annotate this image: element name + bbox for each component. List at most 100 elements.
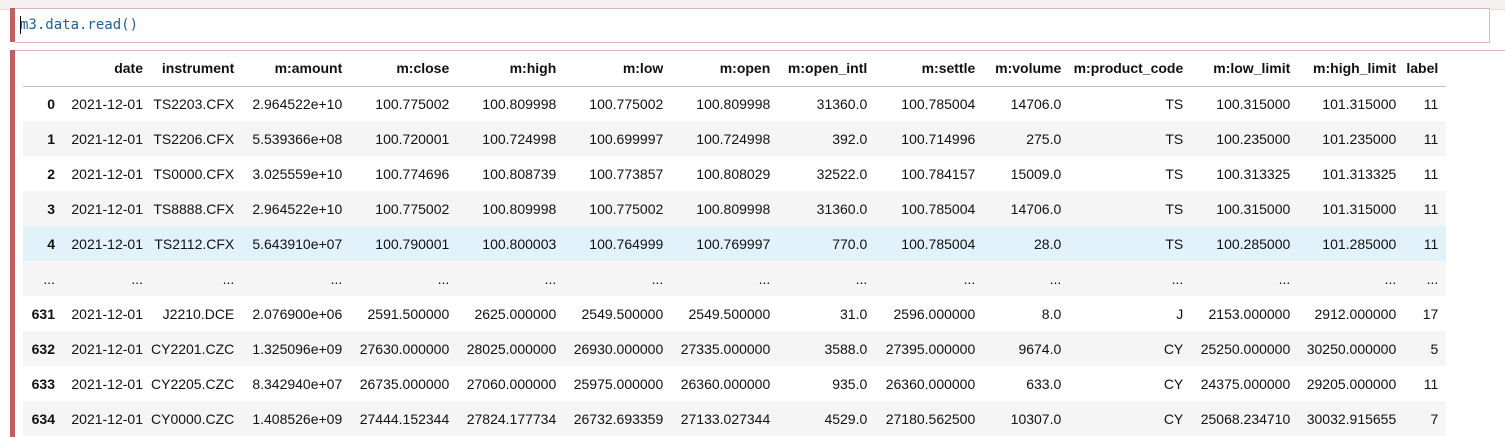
table-cell: 101.315000 bbox=[1322, 200, 1397, 217]
table-cell: 101.235000 bbox=[1322, 130, 1397, 147]
row-index: 2 bbox=[47, 165, 55, 182]
table-cell: 7 bbox=[1430, 410, 1439, 427]
table-cell: 26360.000000 bbox=[680, 375, 771, 392]
table-cell: ... bbox=[1426, 270, 1439, 287]
table-cell: 27395.000000 bbox=[885, 340, 976, 357]
table-cell: 100.720001 bbox=[375, 130, 450, 147]
row-index: 4 bbox=[47, 235, 55, 252]
table-cell: ... bbox=[758, 270, 771, 287]
table-cell: 26360.000000 bbox=[885, 375, 976, 392]
table-cell: 28025.000000 bbox=[466, 340, 557, 357]
table-cell: J2210.DCE bbox=[162, 305, 235, 322]
table-cell: 3588.0 bbox=[824, 340, 868, 357]
table-cell: 2549.500000 bbox=[688, 305, 771, 322]
table-cell: 935.0 bbox=[832, 375, 868, 392]
table-cell: 25068.234710 bbox=[1200, 410, 1291, 427]
table-cell: 100.774696 bbox=[375, 165, 450, 182]
code-source: m3.data.read() bbox=[20, 17, 139, 33]
table-cell: 27335.000000 bbox=[680, 340, 771, 357]
table-cell: 100.809998 bbox=[696, 200, 771, 217]
table-cell: TS0000.CFX bbox=[153, 165, 235, 182]
table-cell: J bbox=[1176, 305, 1184, 322]
table-cell: 100.235000 bbox=[1216, 130, 1291, 147]
table-row: 633 2021-12-01 CY2205.CZC 8.342940e+07 26735… bbox=[23, 366, 1446, 401]
table-cell: 5.643910e+07 bbox=[252, 235, 343, 252]
table-cell: ... bbox=[963, 270, 976, 287]
table-cell: 2021-12-01 bbox=[71, 235, 143, 252]
row-index: 631 bbox=[31, 305, 55, 322]
table-cell: 101.315000 bbox=[1322, 95, 1397, 112]
table-cell: 31360.0 bbox=[816, 200, 868, 217]
row-index: 3 bbox=[47, 200, 55, 217]
table-row: 634 2021-12-01 CY0000.CZC 1.408526e+09 27444… bbox=[23, 401, 1447, 436]
table-cell: 100.315000 bbox=[1216, 200, 1291, 217]
table-cell: 27180.562500 bbox=[885, 410, 976, 427]
table-row: 1 2021-12-01 TS2206.CFX 5.539366e+08 100.720… bbox=[23, 121, 1447, 156]
table-cell: ... bbox=[131, 270, 143, 287]
table-cell: 100.775002 bbox=[589, 95, 664, 112]
table-cell: ... bbox=[855, 270, 868, 287]
column-header: m:close bbox=[350, 50, 458, 87]
table-cell: 2021-12-01 bbox=[71, 95, 143, 112]
table-cell: TS bbox=[1165, 200, 1184, 217]
table-cell: 31.0 bbox=[840, 305, 868, 322]
table-cell: 100.785004 bbox=[901, 95, 976, 112]
table-cell: 11 bbox=[1423, 375, 1439, 392]
table-cell: 100.775002 bbox=[589, 200, 664, 217]
table-cell: 27630.000000 bbox=[359, 340, 450, 357]
table-cell: 100.315000 bbox=[1216, 95, 1291, 112]
table-cell: 100.773857 bbox=[589, 165, 664, 182]
table-cell: 100.699997 bbox=[589, 130, 664, 147]
table-cell: 101.285000 bbox=[1322, 235, 1397, 252]
table-cell: 100.784157 bbox=[901, 165, 976, 182]
table-cell: CY0000.CZC bbox=[151, 410, 235, 427]
table-cell: 2021-12-01 bbox=[71, 375, 143, 392]
table-row: 3 2021-12-01 TS8888.CFX 2.964522e+10 100.775… bbox=[23, 191, 1447, 226]
table-cell: ... bbox=[1049, 270, 1062, 287]
table-cell: 101.313325 bbox=[1322, 165, 1397, 182]
table-cell: 2.964522e+10 bbox=[252, 95, 343, 112]
table-cell: 27060.000000 bbox=[466, 375, 557, 392]
table-cell: 100.785004 bbox=[901, 200, 976, 217]
column-header: m:volume bbox=[983, 50, 1070, 87]
table-cell: 17 bbox=[1422, 305, 1439, 322]
table-cell: 100.724998 bbox=[696, 130, 771, 147]
table-cell: 100.775002 bbox=[375, 95, 450, 112]
row-index: 633 bbox=[31, 375, 55, 392]
table-cell: 2591.500000 bbox=[367, 305, 450, 322]
table-row: 0 2021-12-01 TS2203.CFX 2.964522e+10 100.775… bbox=[23, 86, 1446, 121]
table-cell: 15009.0 bbox=[1010, 165, 1062, 182]
output-cell: date instrument m:amount m:close m:high m:low… bbox=[10, 50, 1505, 437]
table-cell: 2021-12-01 bbox=[71, 340, 143, 357]
table-cell: ... bbox=[651, 270, 664, 287]
table-cell: 100.790001 bbox=[375, 235, 450, 252]
column-header: m:low_limit bbox=[1191, 50, 1299, 87]
code-editor[interactable]: m3.data.read() bbox=[15, 8, 1490, 43]
table-cell: 1.408526e+09 bbox=[252, 410, 343, 427]
table-cell: 100.313325 bbox=[1216, 165, 1291, 182]
table-cell: 100.809998 bbox=[696, 95, 771, 112]
column-header: date bbox=[63, 50, 151, 87]
column-header: m:amount bbox=[242, 50, 351, 87]
table-cell: 11 bbox=[1423, 165, 1439, 182]
text-cursor bbox=[20, 16, 21, 34]
table-cell: 3.025559e+10 bbox=[252, 165, 343, 182]
table-cell: 11 bbox=[1423, 95, 1439, 112]
table-cell: 31360.0 bbox=[816, 95, 868, 112]
row-index: 0 bbox=[47, 95, 55, 112]
table-cell: 100.809998 bbox=[482, 95, 557, 112]
table-cell: 100.764999 bbox=[589, 235, 664, 252]
output-indicator bbox=[10, 50, 15, 437]
table-cell: TS2206.CFX bbox=[153, 130, 235, 147]
table-cell: 14706.0 bbox=[1010, 95, 1062, 112]
table-cell: 2549.500000 bbox=[581, 305, 664, 322]
table-cell: ... bbox=[437, 270, 450, 287]
table-cell: 26735.000000 bbox=[359, 375, 450, 392]
table-cell: 32522.0 bbox=[816, 165, 868, 182]
table-cell: 11 bbox=[1423, 200, 1439, 217]
table-cell: TS bbox=[1165, 165, 1184, 182]
code-cell[interactable]: m3.data.read() bbox=[10, 8, 1505, 44]
table-cell: CY2205.CZC bbox=[151, 375, 235, 392]
table-cell: 100.724998 bbox=[482, 130, 557, 147]
table-cell: ... bbox=[1171, 270, 1184, 287]
